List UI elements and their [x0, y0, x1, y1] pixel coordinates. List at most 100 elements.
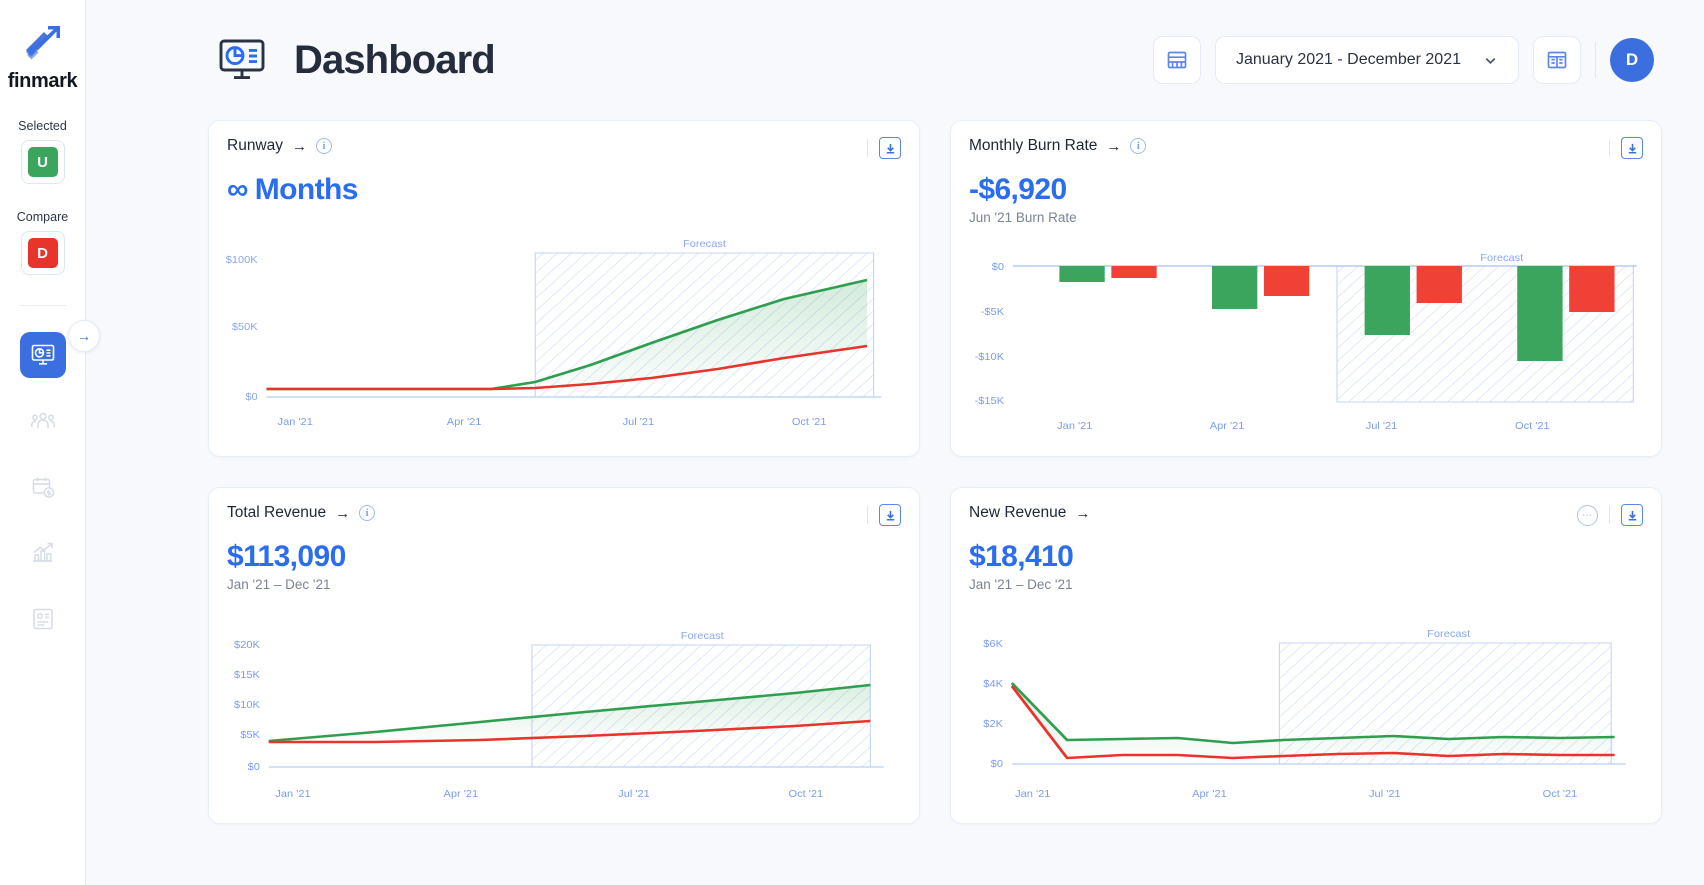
dashboard-monitor-icon — [219, 39, 265, 80]
card-header: Monthly Burn Rate → i — [969, 137, 1643, 159]
download-button[interactable] — [879, 137, 901, 159]
info-icon[interactable]: i — [1130, 138, 1147, 154]
x-tick-label: Oct '21 — [789, 788, 824, 799]
columns-view-button[interactable] — [1533, 36, 1581, 84]
x-tick-label: Oct '21 — [792, 416, 827, 427]
download-icon — [1628, 510, 1636, 521]
total-revenue-line-chart: Forecast $20K $15K $10K $5K $0 Jan '21 A… — [234, 630, 884, 800]
card-title-row[interactable]: New Revenue → — [969, 504, 1090, 522]
arrow-right-icon: → — [335, 504, 351, 522]
x-tick-label: Jan '21 — [1015, 788, 1050, 799]
y-tick-label: -$10K — [975, 351, 1004, 362]
sidebar-item-reports[interactable] — [20, 530, 66, 576]
card-monthly-burn-rate: Monthly Burn Rate → i -$6,920 Jun '21 Bu… — [950, 120, 1662, 457]
new-revenue-line-chart: Forecast $6K $4K $2K $0 Jan '21 Apr '21 … — [983, 628, 1626, 800]
bar-compare — [1569, 266, 1615, 312]
sidebar-nav — [19, 332, 66, 642]
page-title: Dashboard — [294, 37, 496, 82]
tool-divider — [867, 139, 868, 157]
tool-divider — [1609, 506, 1610, 524]
tool-divider — [1609, 139, 1610, 157]
selected-label: Selected — [18, 119, 67, 133]
card-runway: Runway → i ∞ Months Forecast $100K $50K … — [208, 120, 920, 457]
download-icon — [886, 143, 894, 154]
bar-compare — [1263, 266, 1310, 296]
download-button[interactable] — [1621, 137, 1643, 159]
document-icon — [32, 608, 53, 630]
main-content: Dashboard January 2021 - December 2021 D… — [86, 0, 1704, 885]
card-title-row[interactable]: Monthly Burn Rate → i — [969, 137, 1147, 155]
x-tick-label: Oct '21 — [1515, 420, 1550, 431]
sidebar: finmark Selected U Compare D → — [0, 0, 100, 885]
people-group-icon — [30, 412, 55, 428]
download-icon — [1628, 143, 1636, 154]
selected-scenario-chip[interactable]: U — [20, 140, 65, 184]
compare-label: Compare — [16, 210, 69, 224]
y-tick-label: $0 — [245, 391, 257, 402]
bar-selected — [1364, 266, 1410, 335]
chart-total-revenue: Forecast $20K $15K $10K $5K $0 Jan '21 A… — [209, 619, 919, 819]
chevron-down-icon — [1485, 57, 1496, 64]
x-tick-label: Apr '21 — [1210, 420, 1245, 431]
card-tools — [867, 137, 901, 159]
y-tick-label: $15K — [234, 669, 260, 680]
bar-compare — [1111, 266, 1157, 278]
card-kpi-subtitle: Jan '21 – Dec '21 — [227, 577, 331, 592]
chart-runway: Forecast $100K $50K $0 Jan '21 Apr '21 J… — [209, 237, 919, 452]
card-kpi: $18,410 — [969, 540, 1643, 574]
x-tick-label: Jan '21 — [1057, 420, 1092, 431]
dashboard-monitor-icon — [31, 344, 54, 365]
bar-chart-trend-icon — [32, 542, 53, 562]
bar-selected — [1517, 266, 1563, 361]
sidebar-item-documents[interactable] — [20, 596, 66, 642]
compare-scenario-chip[interactable]: D — [20, 231, 65, 275]
tool-divider — [867, 506, 868, 524]
card-title-row[interactable]: Total Revenue → i — [227, 504, 376, 522]
brand-logo[interactable]: finmark — [7, 20, 78, 93]
y-tick-label: $0 — [991, 758, 1003, 769]
user-avatar[interactable]: D — [1610, 38, 1654, 82]
sidebar-item-expenses[interactable] — [20, 464, 66, 510]
download-button[interactable] — [1621, 504, 1643, 526]
card-title: Monthly Burn Rate — [969, 137, 1098, 154]
card-tools: ⋯ — [1577, 504, 1643, 526]
x-tick-label: Apr '21 — [1192, 788, 1227, 799]
brand-name: finmark — [7, 70, 78, 92]
sidebar-item-dashboard[interactable] — [19, 332, 66, 378]
card-header: Runway → i — [227, 137, 901, 159]
y-tick-label: $10K — [234, 699, 260, 710]
x-tick-label: Apr '21 — [443, 788, 478, 799]
bar-selected — [1211, 266, 1258, 309]
kpi-value: -$6,920 — [969, 173, 1067, 206]
forecast-label: Forecast — [681, 630, 724, 641]
card-kpi: $113,090 — [227, 540, 901, 574]
card-title-row[interactable]: Runway → i — [227, 137, 332, 155]
compare-chip-letter: D — [27, 238, 58, 268]
more-options-icon[interactable]: ⋯ — [1577, 504, 1598, 526]
y-tick-label: $100K — [226, 254, 258, 265]
kpi-value: Months — [254, 173, 359, 206]
kpi-value: $113,090 — [227, 540, 346, 573]
card-kpi-subtitle: Jan '21 – Dec '21 — [969, 577, 1073, 592]
sidebar-item-headcount[interactable] — [20, 398, 66, 444]
download-button[interactable] — [879, 504, 901, 526]
toolbar-divider — [1595, 42, 1596, 78]
x-tick-label: Oct '21 — [1543, 788, 1578, 799]
card-header: Total Revenue → i — [227, 504, 901, 526]
grid-view-button[interactable] — [1152, 36, 1201, 84]
info-icon[interactable]: i — [359, 505, 376, 521]
arrow-right-icon: → — [292, 137, 307, 155]
x-tick-label: Jul '21 — [1369, 788, 1401, 799]
x-tick-label: Jul '21 — [618, 788, 650, 799]
burn-rate-bar-chart: Forecast $0 -$5K -$10K -$15K Jan '21 Apr… — [975, 252, 1637, 432]
x-tick-label: Jul '21 — [623, 416, 655, 427]
y-tick-label: $5K — [240, 729, 260, 740]
info-icon[interactable]: i — [316, 138, 332, 154]
arrow-right-icon: → — [1075, 504, 1091, 522]
bar-selected — [1059, 266, 1105, 282]
sidebar-expand-button[interactable]: → — [68, 320, 100, 352]
table-columns-icon — [1547, 51, 1567, 69]
chart-new-revenue: Forecast $6K $4K $2K $0 Jan '21 Apr '21 … — [951, 619, 1661, 819]
y-tick-label: -$5K — [981, 306, 1004, 317]
date-range-selector[interactable]: January 2021 - December 2021 — [1214, 36, 1519, 84]
